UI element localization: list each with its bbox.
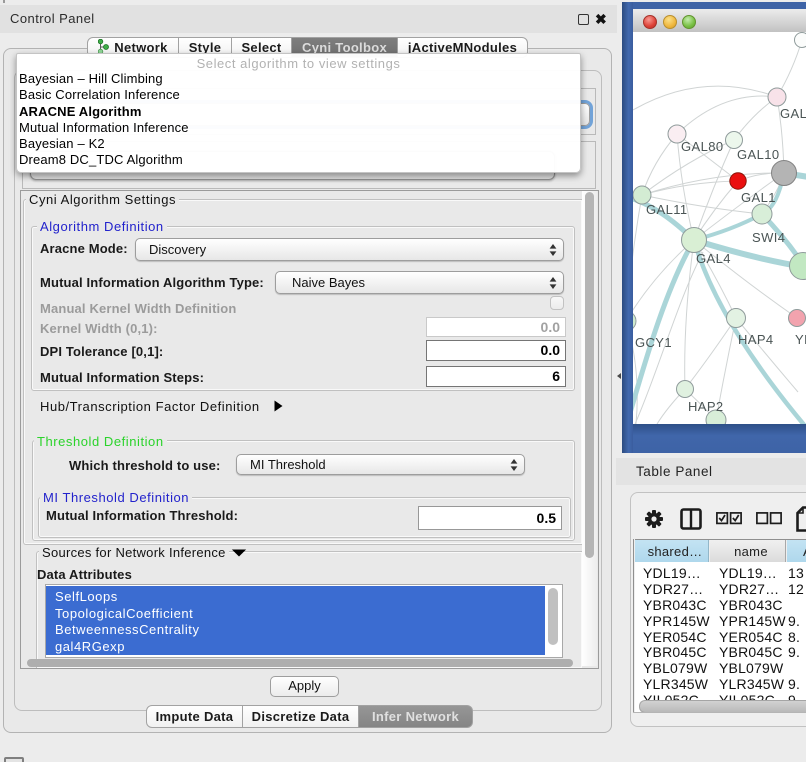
svg-text:GAL2: GAL2 xyxy=(780,106,806,121)
svg-text:GAL80: GAL80 xyxy=(681,139,723,154)
svg-text:GCY1: GCY1 xyxy=(635,335,672,350)
svg-text:HAP2: HAP2 xyxy=(688,399,724,414)
svg-text:SWI4: SWI4 xyxy=(752,230,785,245)
svg-text:GAL10: GAL10 xyxy=(737,147,779,162)
svg-text:YB: YB xyxy=(795,332,806,347)
svg-text:GAL4: GAL4 xyxy=(696,251,731,266)
svg-text:GAL11: GAL11 xyxy=(646,202,688,217)
svg-text:GAL1: GAL1 xyxy=(741,190,776,205)
svg-text:HAP4: HAP4 xyxy=(738,332,774,347)
